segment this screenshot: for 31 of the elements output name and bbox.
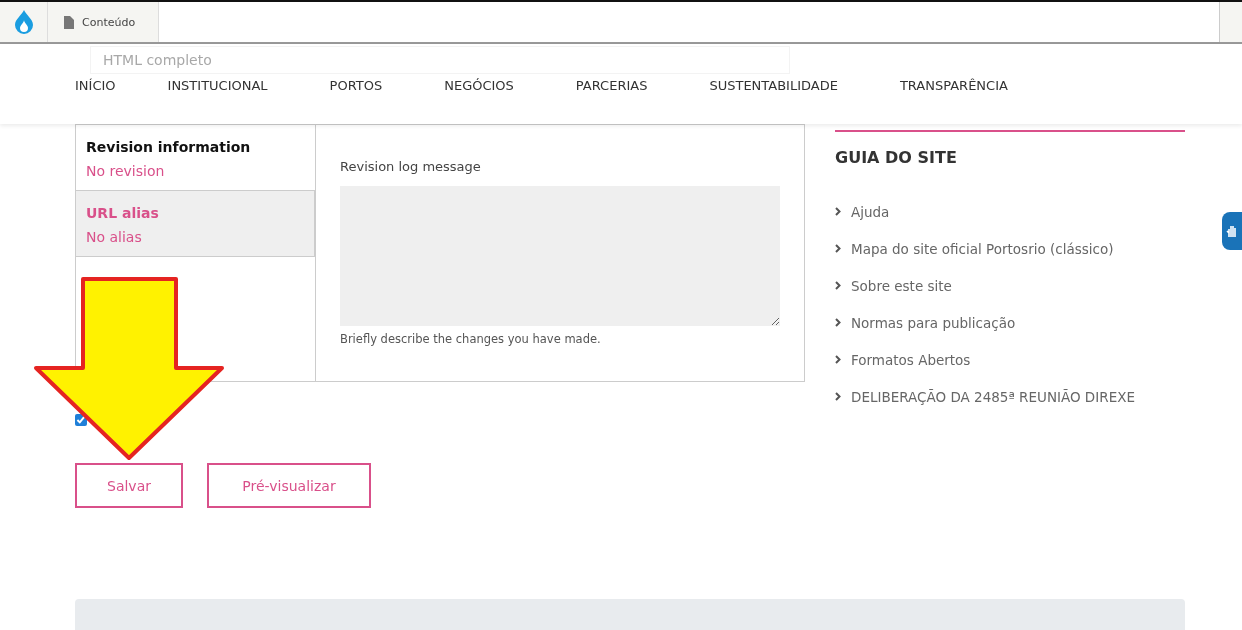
sidebar-link[interactable]: DELIBERAÇÃO DA 2485ª REUNIÃO DIREXE [835,378,1185,415]
chevron-icon [835,355,841,364]
preview-button[interactable]: Pré-visualizar [207,463,371,508]
nav-link[interactable]: INSTITUCIONAL [167,78,268,93]
document-icon [64,15,74,29]
field-label: Revision log message [340,159,482,174]
chevron-icon [835,244,841,253]
nav-link[interactable]: PORTOS [329,78,383,93]
checkbox[interactable] [75,414,87,426]
vertical-tab[interactable]: URL alias No alias [76,191,315,257]
nav-link[interactable]: NEGÓCIOS [444,78,514,93]
sidebar-link[interactable]: Mapa do site oficial Portosrio (clássico) [835,230,1185,267]
chevron-icon [835,318,841,327]
sidebar-link[interactable]: Sobre este site [835,267,1185,304]
sidebar-title: GUIA DO SITE [835,148,958,167]
nav-link[interactable]: PARCERIAS [575,78,648,93]
content-tab[interactable]: Conteúdo [48,2,159,42]
save-button[interactable]: Salvar [75,463,183,508]
accessibility-hand-button[interactable] [1222,212,1242,250]
chevron-icon [835,392,841,401]
nav-link[interactable]: INÍCIO [75,78,116,93]
drop-logo-icon[interactable] [12,9,35,35]
sidebar-link[interactable]: Ajuda [835,193,1185,230]
sidebar-link[interactable]: Normas para publicação [835,304,1185,341]
field-description: Briefly describe the changes you have made. [340,332,602,346]
nav-link[interactable]: TRANSPARÊNCIA [899,78,1008,93]
chevron-icon [835,207,841,216]
chevron-icon [835,281,841,290]
sidebar-link[interactable]: Formatos Abertos [835,341,1185,378]
toolbar-edge [1219,2,1242,42]
nav-link[interactable]: SUSTENTABILIDADE [709,78,838,93]
